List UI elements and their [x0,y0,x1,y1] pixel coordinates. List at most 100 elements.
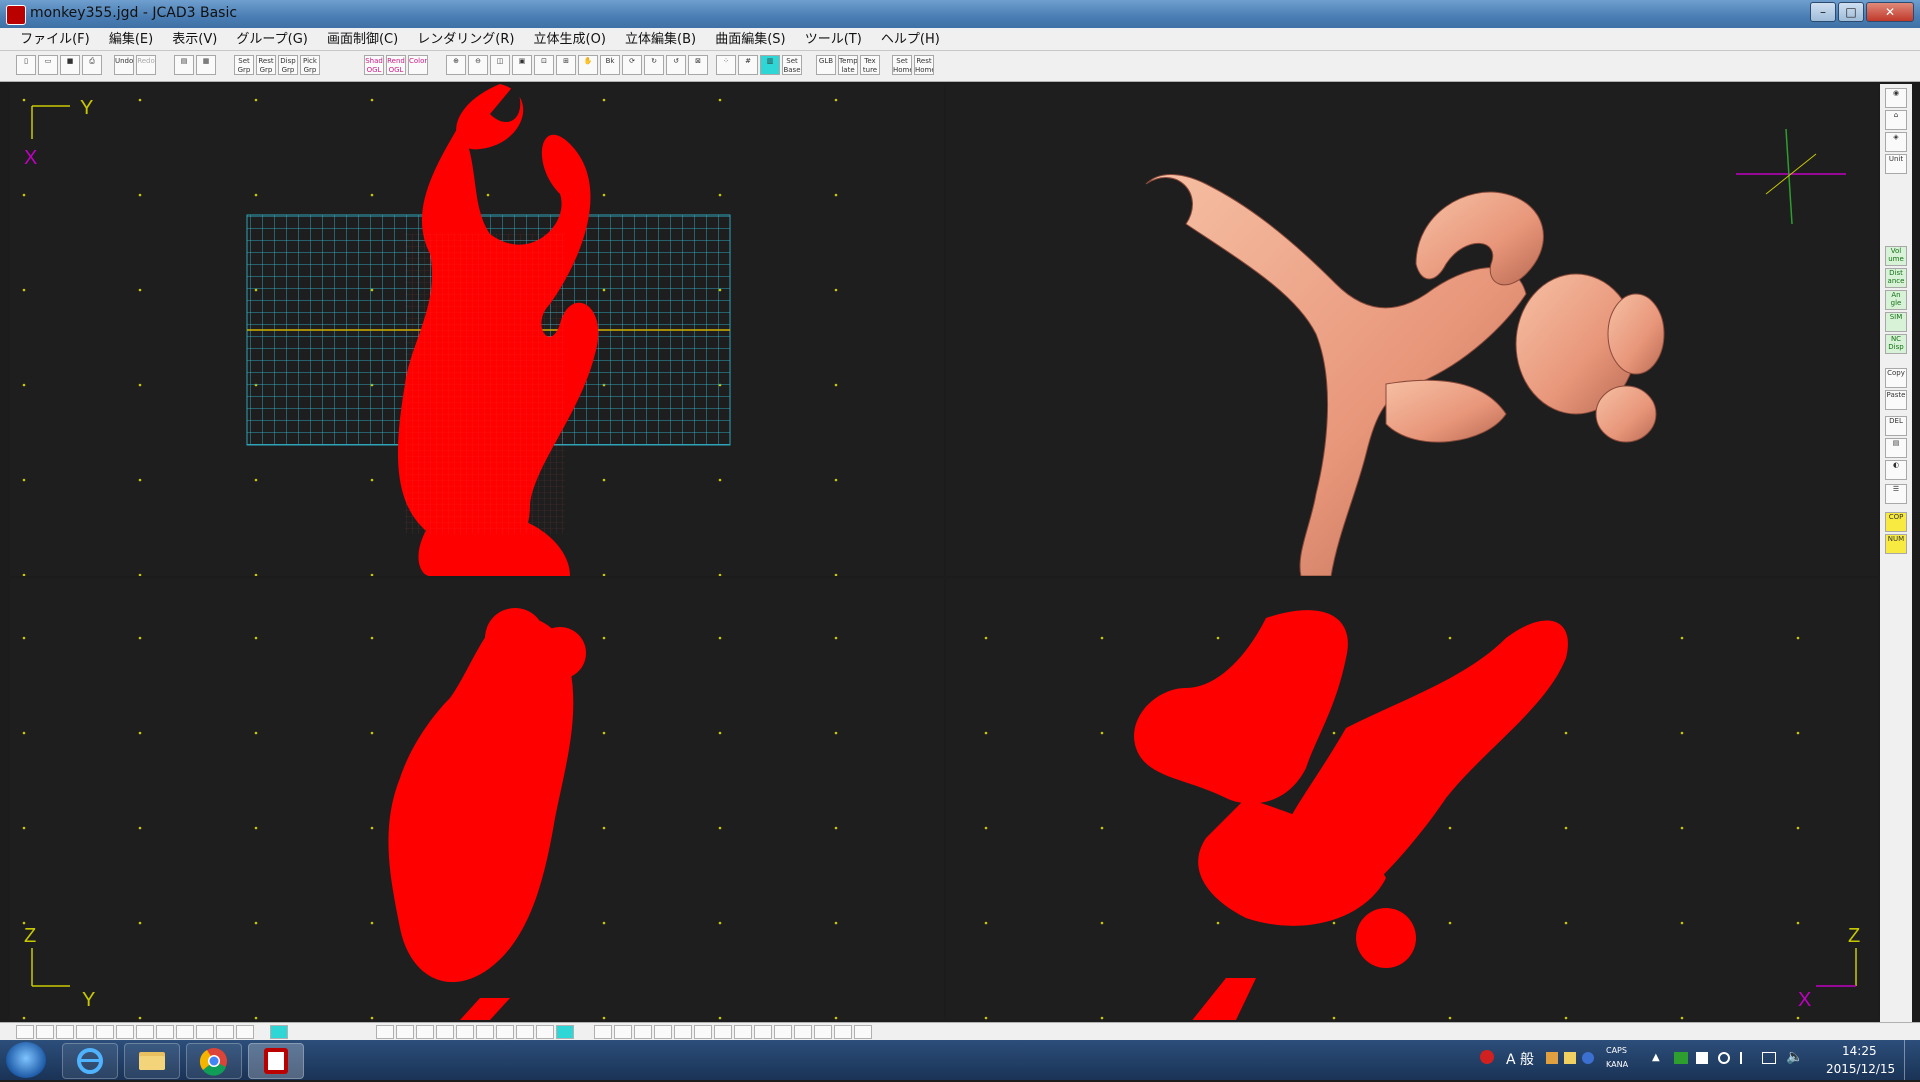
solid-tool-3-icon[interactable] [416,1025,434,1039]
solid-tool-1-icon[interactable] [376,1025,394,1039]
edit-tool-6-icon[interactable] [694,1025,712,1039]
edit-tool-14-icon[interactable] [854,1025,872,1039]
edit-tool-13-icon[interactable] [834,1025,852,1039]
app-icon[interactable] [6,5,26,25]
bend-tool-icon[interactable] [76,1025,94,1039]
solid-tool-5-icon[interactable] [456,1025,474,1039]
fit-all-icon[interactable]: ▣ [512,55,532,75]
extrude-tool-icon[interactable] [96,1025,114,1039]
edit-tool-4-icon[interactable] [654,1025,672,1039]
num-button[interactable]: NUM [1885,534,1907,554]
shade-ogl-button[interactable]: Shad OGL [364,55,384,75]
fill-tool-icon[interactable] [236,1025,254,1039]
template-button[interactable]: Temp late [838,55,858,75]
internet-explorer-icon[interactable] [62,1043,118,1079]
texture-button[interactable]: Tex ture [860,55,880,75]
ime-dict-icon[interactable] [1564,1052,1576,1064]
loft-tool-icon[interactable] [136,1025,154,1039]
solid-tool-active-icon[interactable] [556,1025,574,1039]
menu-help[interactable]: ヘルプ(H) [874,29,947,51]
render-ogl-button[interactable]: Rend OGL [386,55,406,75]
pan-hand-icon[interactable]: ✋ [578,55,598,75]
jcad3-taskbar-icon[interactable] [248,1043,304,1079]
tree-icon[interactable]: ☰ [1885,484,1907,504]
show-desktop-button[interactable] [1904,1040,1918,1080]
edit-tool-7-icon[interactable] [714,1025,732,1039]
disp-group-button[interactable]: Disp Grp [278,55,298,75]
action-center-flag-icon[interactable] [1740,1052,1752,1064]
menu-file[interactable]: ファイル(F) [13,29,97,51]
zoom-window-icon[interactable]: ◫ [490,55,510,75]
save-icon[interactable]: ■ [60,55,80,75]
file-explorer-icon[interactable] [124,1043,180,1079]
network-icon[interactable] [1762,1052,1776,1064]
layer-icon[interactable]: ▤ [1885,438,1907,458]
mesh-tool-icon[interactable] [176,1025,194,1039]
new-file-icon[interactable]: ▯ [16,55,36,75]
eye-icon[interactable]: ◉ [1885,88,1907,108]
copy-button[interactable]: Copy [1885,368,1907,388]
rotate-view-icon[interactable]: ⟳ [622,55,642,75]
menu-view[interactable]: 表示(V) [165,29,224,51]
grid-view-icon[interactable]: ▦ [196,55,216,75]
sim-button[interactable]: SIM [1885,312,1907,332]
cop-button[interactable]: COP [1885,512,1907,532]
ime-indicator[interactable]: A 般 [1506,1049,1534,1069]
text-tool-icon[interactable] [216,1025,234,1039]
background-button[interactable]: Bk [600,55,620,75]
revolve-tool-icon[interactable] [116,1025,134,1039]
set-home-button[interactable]: Set Home [892,55,912,75]
volume-button[interactable]: Vol ume [1885,246,1907,266]
solid-tool-8-icon[interactable] [516,1025,534,1039]
fillet-tool-icon[interactable] [196,1025,214,1039]
copy-view-icon[interactable]: ▤ [174,55,194,75]
solid-tool-4-icon[interactable] [436,1025,454,1039]
show-hidden-icons[interactable]: ▲ [1652,1052,1660,1063]
edit-tool-1-icon[interactable] [594,1025,612,1039]
ime-tool-icon[interactable] [1546,1052,1558,1064]
active-tool-icon[interactable] [270,1025,288,1039]
viewport-top-right[interactable] [946,84,1878,576]
color-button[interactable]: Color [408,55,428,75]
house-icon[interactable]: ⌂ [1885,110,1907,130]
zoom-extent-icon[interactable]: ⊞ [556,55,576,75]
windows-flag-icon[interactable] [1696,1052,1708,1064]
edit-tool-2-icon[interactable] [614,1025,632,1039]
nc-disp-button[interactable]: NC Disp [1885,334,1907,354]
delete-button[interactable]: DEL [1885,416,1907,436]
sweep-tool-icon[interactable] [156,1025,174,1039]
rest-group-button[interactable]: Rest Grp [256,55,276,75]
diamond-icon[interactable]: ◈ [1885,132,1907,152]
maximize-button[interactable]: □ [1838,2,1864,22]
menu-rendering[interactable]: レンダリング(R) [410,29,521,51]
rest-home-button[interactable]: Rest Home [914,55,934,75]
solid-tool-2-icon[interactable] [396,1025,414,1039]
start-button[interactable] [6,1042,46,1078]
viewport-bottom-left[interactable]: Z Y [10,578,944,1020]
solid-tool-6-icon[interactable] [476,1025,494,1039]
grid-dots-icon[interactable]: ⁘ [716,55,736,75]
tray-app-icon[interactable] [1674,1052,1688,1064]
tray-alert-icon[interactable] [1480,1050,1494,1064]
set-group-button[interactable]: Set Grp [234,55,254,75]
chrome-icon[interactable] [186,1043,242,1079]
solid-tool-9-icon[interactable] [536,1025,554,1039]
color-palette-icon[interactable]: ◐ [1885,460,1907,480]
undo-button[interactable]: Undo [114,55,134,75]
menu-solid-edit[interactable]: 立体編集(B) [618,29,703,51]
set-base-button[interactable]: Set Base [782,55,802,75]
zoom-previous-icon[interactable]: ⊡ [534,55,554,75]
arc-tool-icon[interactable] [36,1025,54,1039]
line-tool-icon[interactable] [56,1025,74,1039]
edit-tool-8-icon[interactable] [734,1025,752,1039]
edit-tool-9-icon[interactable] [754,1025,772,1039]
unit-button[interactable]: Unit [1885,154,1907,174]
grid-lines-icon[interactable]: # [738,55,758,75]
edit-tool-10-icon[interactable] [774,1025,792,1039]
view-reset-icon[interactable]: ⊠ [688,55,708,75]
snap-grid-icon[interactable]: ▥ [760,55,780,75]
redo-button[interactable]: Redo [136,55,156,75]
clock-time[interactable]: 14:25 [1842,1044,1877,1058]
menu-solid-create[interactable]: 立体生成(O) [527,29,613,51]
clock-date[interactable]: 2015/12/15 [1826,1062,1895,1076]
